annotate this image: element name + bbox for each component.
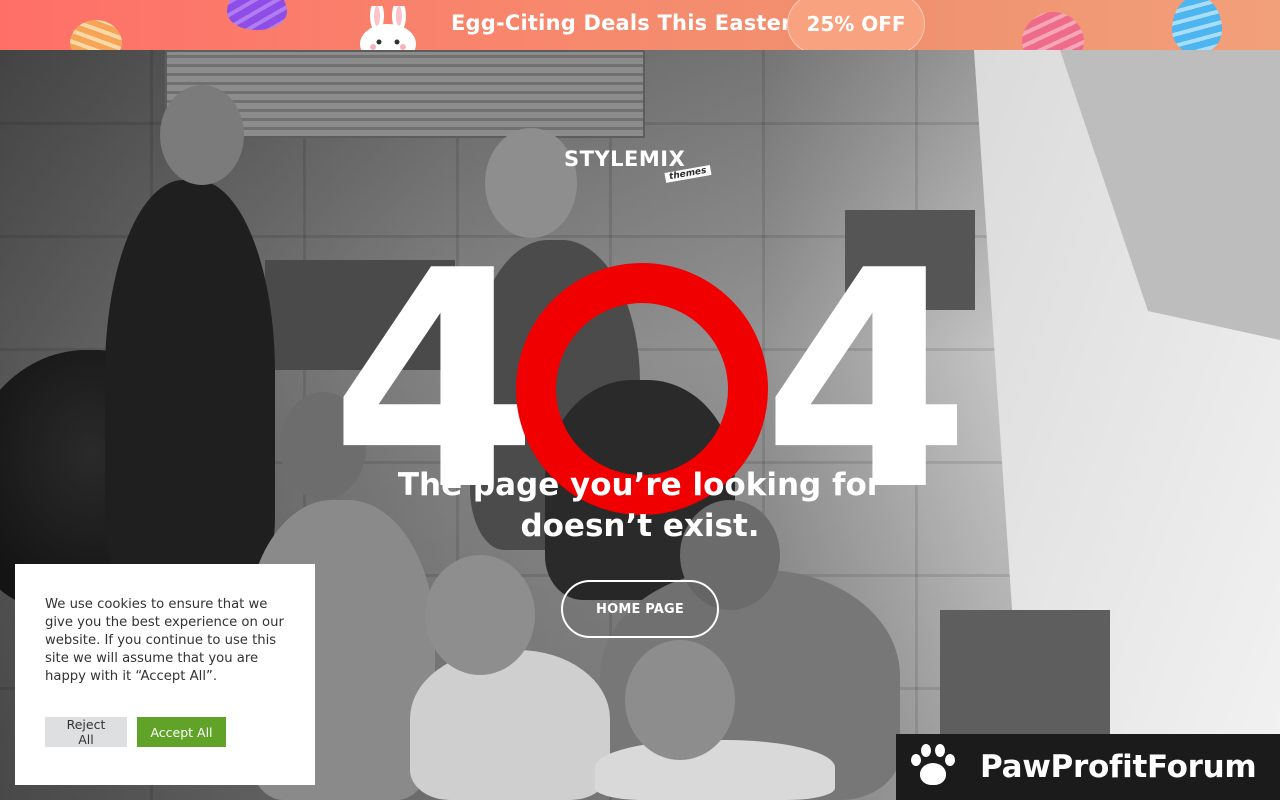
error-message-line2: doesn’t exist.	[520, 508, 760, 544]
cookie-consent-actions: Reject All Accept All	[45, 717, 226, 747]
watermark-text: PawProfitForum	[980, 749, 1257, 785]
site-logo[interactable]: STYLEMIX themes	[564, 147, 716, 187]
easter-egg-icon	[1172, 0, 1222, 50]
paw-icon	[902, 737, 962, 797]
error-message-line1: The page you’re looking for	[397, 467, 883, 503]
cookie-consent-banner: We use cookies to ensure that we give yo…	[15, 564, 315, 785]
easter-egg-icon	[70, 20, 122, 50]
forum-watermark: PawProfitForum	[896, 734, 1280, 800]
home-page-button-label: HOME PAGE	[595, 601, 685, 617]
easter-egg-icon	[227, 0, 287, 30]
promo-banner[interactable]: Egg-Citing Deals This Easter 25% OFF	[0, 0, 1280, 50]
promo-discount-label: 25% OFF	[806, 12, 906, 36]
error-message: The page you’re looking for doesn’t exis…	[340, 465, 940, 547]
home-page-button[interactable]: HOME PAGE	[561, 580, 719, 638]
cookie-consent-text: We use cookies to ensure that we give yo…	[45, 597, 284, 684]
reject-all-button[interactable]: Reject All	[45, 717, 127, 747]
bunny-icon	[360, 6, 416, 50]
accept-all-button[interactable]: Accept All	[137, 717, 226, 747]
easter-egg-icon	[1022, 12, 1084, 50]
promo-discount-badge[interactable]: 25% OFF	[787, 0, 925, 50]
promo-headline: Egg-Citing Deals This Easter	[451, 11, 792, 35]
logo-name: STYLEMIX	[564, 147, 686, 171]
